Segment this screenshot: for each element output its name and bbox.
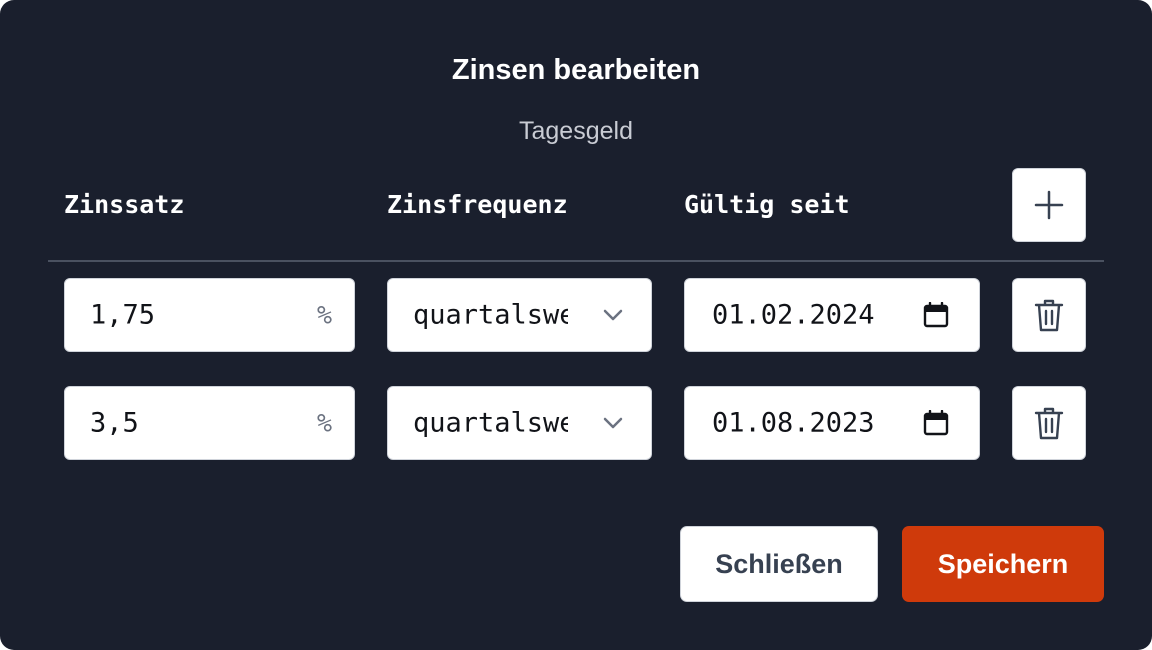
column-header-valid-since: Gültig seit [684,190,850,219]
rate-value: 1,75 [90,299,156,331]
trash-icon [1034,299,1064,332]
edit-interest-dialog: Zinsen bearbeiten Tagesgeld Zinssatz Zin… [0,0,1152,650]
delete-row-button[interactable] [1012,386,1086,460]
rate-input[interactable]: 1,75 % [64,278,355,352]
date-value: 01.02.2024 [712,299,875,331]
frequency-select[interactable]: quartalsweise [387,386,652,460]
save-button[interactable]: Speichern [902,526,1104,602]
chevron-down-icon [603,417,623,429]
percent-unit: % [316,300,332,330]
valid-since-date-input[interactable]: 01.02.2024 [684,278,980,352]
dialog-title: Zinsen bearbeiten [451,54,701,86]
column-header-frequency: Zinsfrequenz [387,190,568,219]
close-button[interactable]: Schließen [680,526,878,602]
delete-row-button[interactable] [1012,278,1086,352]
dialog-subtitle: Tagesgeld [519,117,633,145]
plus-icon [1034,190,1064,220]
rate-value: 3,5 [90,407,139,439]
frequency-select[interactable]: quartalsweise [387,278,652,352]
rate-input[interactable]: 3,5 % [64,386,355,460]
percent-unit: % [316,408,332,438]
calendar-icon[interactable] [923,302,949,328]
frequency-value: quartalsweise [413,299,568,331]
date-value: 01.08.2023 [712,407,875,439]
chevron-down-icon [603,309,623,321]
frequency-value: quartalsweise [413,407,568,439]
valid-since-date-input[interactable]: 01.08.2023 [684,386,980,460]
add-rate-button[interactable] [1012,168,1086,242]
header-divider [48,260,1104,262]
column-header-rate: Zinssatz [64,190,185,219]
calendar-icon[interactable] [923,410,949,436]
trash-icon [1034,407,1064,440]
